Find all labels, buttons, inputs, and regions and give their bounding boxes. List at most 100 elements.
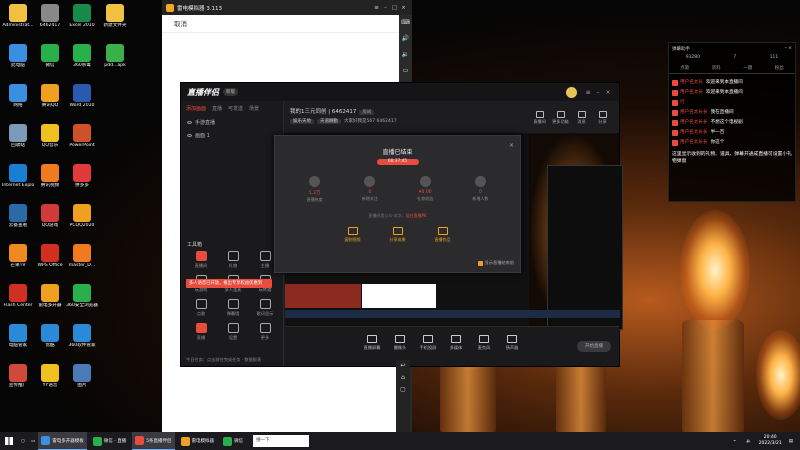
screen-icon[interactable]: ▭ (399, 63, 412, 79)
desktop-icon[interactable]: 360杀毒 (66, 44, 98, 68)
network-icon[interactable]: ⌁ (730, 432, 739, 450)
menu-icon[interactable]: ≡ (583, 89, 593, 96)
task-footer[interactable]: 今日任务：点击前往完成任务 · 数据报表 (186, 357, 261, 363)
keep-checkbox[interactable]: 显示直播结束前 (477, 260, 514, 266)
desktop-icon[interactable]: Word 2010 (66, 84, 98, 108)
close-icon[interactable]: × (603, 89, 613, 96)
room-tag[interactable]: 娱乐天地 (290, 119, 314, 124)
room-action-button[interactable]: 消息 (573, 111, 590, 125)
taskbar-app[interactable]: 雷电多开器模板 (38, 432, 87, 450)
tab-fans[interactable]: 粉丝 (775, 65, 784, 71)
tool-item[interactable]: 弹幕墙 (217, 299, 249, 317)
taskbar-app[interactable]: 微信 (220, 432, 246, 450)
taskbar-app[interactable]: 微信 - 直播 (90, 432, 129, 450)
desktop-icon[interactable]: PCQQ2020 (66, 204, 98, 228)
start-button[interactable] (0, 437, 18, 445)
desktop-icon[interactable]: master_D... (66, 244, 98, 268)
minimize-icon[interactable]: – (381, 5, 390, 11)
tab-onekey[interactable]: 一键 (743, 65, 752, 71)
room-action-button[interactable]: 直播间 (531, 111, 548, 125)
task-view-icon[interactable]: ▭ (28, 432, 38, 450)
notification-icon[interactable]: ▤ (786, 432, 796, 450)
close-icon[interactable]: × (399, 5, 408, 11)
tool-item[interactable]: 点歌 (185, 299, 217, 317)
desktop-icon[interactable]: 云备查看 (2, 204, 34, 228)
microphone-button[interactable]: 麦克风 (471, 335, 497, 351)
cancel-button[interactable]: 取消 (162, 15, 412, 33)
desktop-icon[interactable]: Administrat... (2, 4, 34, 28)
live-works-button[interactable]: 直播作品 (435, 227, 451, 243)
tool-item[interactable]: 更多 (249, 323, 281, 341)
desktop-icon[interactable]: 微信 (34, 44, 66, 68)
room-action-button[interactable]: 更多功能 (552, 111, 569, 125)
search-icon[interactable]: ○ (18, 432, 28, 450)
speaker-button[interactable]: 扬声器 (499, 335, 525, 351)
desktop-icon[interactable]: Flash Center (2, 284, 34, 308)
eye-icon[interactable] (187, 121, 192, 124)
scene-item[interactable]: 手游直播 (181, 116, 283, 129)
minimize-icon[interactable]: – (785, 46, 787, 51)
message-user[interactable]: 用户名太长长 (680, 109, 708, 117)
tab-song[interactable]: 点歌 (680, 65, 689, 71)
desktop-icon[interactable]: 此电脑 (2, 44, 34, 68)
room-badge[interactable]: 房间 (359, 110, 375, 115)
close-icon[interactable]: × (788, 46, 792, 51)
camera-button[interactable]: 摄像头 (387, 335, 413, 351)
tab-live[interactable]: 直播 (212, 105, 222, 112)
volume-down-icon[interactable]: 🔉 (399, 47, 412, 63)
tab-add-scene[interactable]: 添加画面 (186, 105, 206, 112)
desktop-icon[interactable]: 电脑管家 (2, 324, 34, 348)
desktop-icon[interactable]: 芒果TV (2, 244, 34, 268)
tab-sendable[interactable]: 可发送 (228, 105, 243, 112)
checkbox-icon[interactable] (477, 260, 483, 266)
desktop-icon[interactable]: WPS Office (34, 244, 66, 268)
tab-scene[interactable]: 场景 (249, 105, 259, 112)
room-tag[interactable]: 天道酬勤 (317, 119, 341, 124)
room-action-button[interactable]: 分享 (594, 111, 611, 125)
message-user[interactable]: 用户名太长长 (680, 129, 708, 137)
tool-item[interactable]: 歌词显示 (249, 299, 281, 317)
desktop-icon[interactable]: 回收站 (2, 124, 34, 148)
screen-capture-button[interactable]: 直播屏幕 (359, 335, 385, 351)
recent-icon[interactable]: ▢ (396, 384, 410, 396)
desktop-icon[interactable]: 网络 (2, 84, 34, 108)
desktop-icon[interactable]: Internet Explorer (2, 164, 34, 188)
share-result-button[interactable]: 分享成果 (390, 227, 406, 243)
tool-item[interactable]: 设置 (217, 323, 249, 341)
taskbar-app[interactable]: 雷电模拟器 (178, 432, 218, 450)
desktop-icon[interactable]: 腾讯视频 (34, 164, 66, 188)
avatar[interactable] (566, 86, 577, 98)
desktop-icon[interactable]: 新建文件夹 (99, 4, 131, 28)
desktop-icon[interactable]: 宣传推广 (2, 364, 34, 388)
copy-video-button[interactable]: 复制视频 (345, 227, 361, 243)
start-live-button[interactable]: 开始直播 (577, 341, 611, 352)
volume-icon[interactable]: 🔈 (743, 432, 755, 450)
promo-banner[interactable]: 多人语音已开放，推出专享权益优惠到 (186, 279, 272, 288)
maximize-icon[interactable]: □ (390, 5, 399, 11)
minimize-icon[interactable]: – (593, 89, 603, 96)
message-user[interactable]: 行 (680, 99, 685, 107)
desktop-icon[interactable]: 图片 (66, 364, 98, 388)
tab-profile[interactable]: 资料 (712, 65, 721, 71)
close-icon[interactable]: × (509, 142, 514, 149)
desktop-icon[interactable]: pdd...apk (99, 44, 131, 68)
message-user[interactable]: 用户名太长长 (680, 119, 708, 127)
desktop-icon[interactable]: 拼多多 (66, 164, 98, 188)
desktop-icon[interactable]: 雷电多开器 (34, 284, 66, 308)
tool-item[interactable]: 礼物 (217, 251, 249, 269)
desktop-icon[interactable]: QQ游戏 (34, 204, 66, 228)
desktop-icon[interactable]: 优酷 (34, 324, 66, 348)
message-user[interactable]: 用户名太长长 (680, 139, 708, 147)
tool-item[interactable]: 直播 (185, 323, 217, 341)
menu-icon[interactable]: ≡ (372, 5, 381, 11)
message-user[interactable]: 用户名太长 (680, 79, 703, 87)
desktop-icon[interactable]: 360安全浏览器 (66, 284, 98, 308)
phone-cast-button[interactable]: 手机投屏 (415, 335, 441, 351)
taskbar-search[interactable]: 搜一下 (253, 435, 310, 447)
eye-icon[interactable] (187, 134, 192, 137)
desktop-icon[interactable]: 6462417 (34, 4, 66, 28)
message-user[interactable]: 用户名太长 (680, 89, 703, 97)
media-button[interactable]: 多媒体 (443, 335, 469, 351)
scene-item[interactable]: 画面 1 (181, 129, 283, 142)
desktop-icon[interactable]: 腾讯QQ (34, 84, 66, 108)
